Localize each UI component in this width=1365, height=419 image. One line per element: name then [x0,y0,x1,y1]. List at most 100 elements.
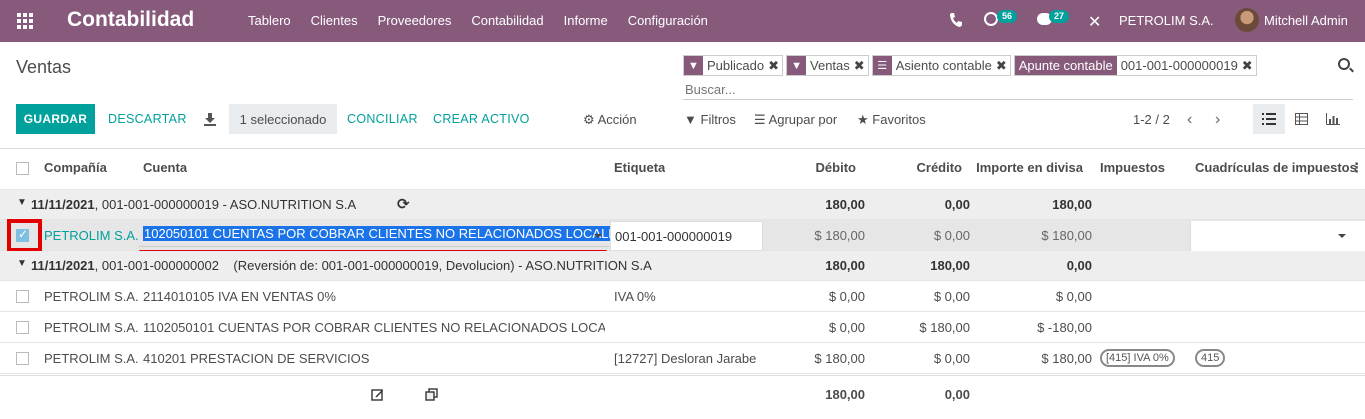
discard-button[interactable]: DESCARTAR [108,112,187,126]
facet-apunte-contable[interactable]: Apunte contable 001-001-000000019 ✖ [1013,55,1257,76]
row-currency-amount: $ 180,00 [1041,351,1092,366]
row-company: PETROLIM S.A. [44,289,139,304]
row-debit: $ 0,00 [828,320,865,335]
row-checkbox[interactable] [16,352,29,365]
table-row[interactable]: PETROLIM S.A. 1102050101 CUENTAS POR COB… [0,312,1365,343]
tax-tag: [415] IVA 0% [1100,349,1175,367]
menu-item-proveedores[interactable]: Proveedores [378,13,452,28]
row-credit[interactable]: $ 0,00 [880,228,970,243]
column-header-debit[interactable]: Débito [780,160,856,175]
column-header-credit[interactable]: Crédito [880,160,963,175]
activity-count-badge: 56 [997,10,1018,23]
row-tax-grids: 415 [1195,349,1226,367]
group-currency-total: 0,00 [1066,258,1092,273]
group-credit-total: 180,00 [930,258,970,273]
group-by-icon: ☰ [754,112,766,127]
group-debit-total: 180,00 [825,197,865,212]
action-menu[interactable]: ⚙ Acción [583,112,637,128]
facet-label: 001-001-000000019 [1120,58,1238,73]
create-asset-button[interactable]: CREAR ACTIVO [433,112,530,126]
chevron-down-icon [594,234,602,238]
group-by-menu[interactable]: ☰ Agrupar por [754,112,837,128]
row-taxes: [415] IVA 0% [1100,349,1175,367]
filters-menu[interactable]: ▼ Filtros [684,112,736,127]
remove-facet-icon[interactable]: ✖ [854,58,868,74]
column-header-taxes[interactable]: Impuestos [1100,160,1165,175]
menu-item-clientes[interactable]: Clientes [311,13,358,28]
company-switcher[interactable]: PETROLIM S.A. [1119,13,1214,28]
table-footer-totals: 180,00 0,00 [0,375,1365,412]
pager-previous-icon[interactable]: ‹ [1187,111,1192,129]
facet-asiento-contable[interactable]: ☰ Asiento contable ✖ [871,55,1011,76]
activity-clock-icon[interactable] [984,12,998,26]
reconcile-button[interactable]: CONCILIAR [347,112,418,126]
chevron-down-icon [1338,234,1346,238]
user-menu[interactable]: Mitchell Admin [1264,13,1348,28]
column-header-currency-amount[interactable]: Importe en divisa [970,160,1083,175]
pivot-view-icon[interactable] [1285,104,1317,134]
user-avatar[interactable] [1235,8,1259,32]
row-company[interactable]: PETROLIM S.A. [44,228,139,243]
download-icon[interactable] [203,112,217,126]
group-row[interactable]: ▼ 11/11/2021, 001-001-000000002 (Reversi… [0,251,1365,281]
reverse-entry-icon[interactable]: ⟳ [397,195,410,213]
pager-value[interactable]: 1-2 / 2 [1133,112,1170,127]
group-by-label: Agrupar por [768,112,838,127]
graph-view-icon[interactable] [1317,104,1349,134]
search-icon[interactable] [1338,58,1350,70]
apps-menu-icon[interactable] [17,13,33,29]
row-currency-amount: $ 0,00 [1055,289,1092,304]
row-checkbox[interactable] [16,290,29,303]
star-icon: ★ [857,112,869,127]
phone-icon[interactable] [949,12,963,28]
optional-columns-icon[interactable]: ⋮ [1350,160,1363,176]
row-checkbox[interactable] [16,321,29,334]
account-select[interactable]: 102050101 CUENTAS POR COBRAR CLIENTES NO… [139,223,627,247]
row-debit[interactable]: $ 180,00 [780,228,865,243]
remove-facet-icon[interactable]: ✖ [1242,58,1256,74]
tax-grids-select[interactable] [1190,221,1365,251]
table-row[interactable]: PETROLIM S.A. 2114010105 IVA EN VENTAS 0… [0,281,1365,312]
group-by-icon: ☰ [872,56,892,75]
row-currency-amount[interactable]: $ 180,00 [980,228,1092,243]
menu-item-informe[interactable]: Informe [564,13,608,28]
row-credit: $ 180,00 [919,320,970,335]
pager-next-icon[interactable]: › [1215,111,1220,129]
app-brand[interactable]: Contabilidad [67,8,194,32]
save-button[interactable]: GUARDAR [16,104,95,134]
remove-facet-icon[interactable]: ✖ [996,58,1010,74]
menu-item-tablero[interactable]: Tablero [248,13,291,28]
remove-facet-icon[interactable]: ✖ [768,58,782,74]
debug-tools-icon[interactable]: ✕ [1088,12,1101,32]
search-input[interactable] [683,79,1353,100]
table-row[interactable]: PETROLIM S.A. 410201 PRESTACION DE SERVI… [0,343,1365,374]
label-input[interactable]: 001-001-000000019 [610,221,763,251]
select-all-checkbox[interactable] [16,162,29,175]
facet-ventas[interactable]: ▼ Ventas ✖ [786,55,869,76]
group-row[interactable]: ▼ 11/11/2021, 001-001-000000019 - ASO.NU… [0,190,1365,401]
column-header-tax-grids[interactable]: Cuadrículas de impuestos [1195,160,1357,175]
facet-label: Publicado [707,58,765,73]
total-debit: 180,00 [825,387,865,402]
facet-publicado[interactable]: ▼ Publicado ✖ [683,55,784,76]
row-label: [12727] Desloran Jarabe [614,351,757,366]
column-header-label[interactable]: Etiqueta [614,160,665,175]
facet-label: Asiento contable [895,58,992,73]
group-expanded-caret-icon: ▼ [17,197,27,208]
row-account: 410201 PRESTACION DE SERVICIOS [143,351,370,366]
group-title: 11/11/2021, 001-001-000000019 - ASO.NUTR… [31,197,357,212]
facet-field-name: Apunte contable [1014,56,1117,75]
menu-item-contabilidad[interactable]: Contabilidad [471,13,543,28]
row-account: 1102050101 CUENTAS POR COBRAR CLIENTES N… [143,320,605,335]
column-header-company[interactable]: Compañía [44,160,107,175]
filters-label: Filtros [700,112,736,127]
row-debit: $ 0,00 [828,289,865,304]
search-facets: ▼ Publicado ✖ ▼ Ventas ✖ ☰ Asiento conta… [683,55,1260,76]
menu-item-configuracion[interactable]: Configuración [628,13,708,28]
list-view-icon[interactable] [1253,104,1285,134]
row-credit: $ 0,00 [933,351,970,366]
gear-icon: ⚙ [583,112,595,127]
column-header-account[interactable]: Cuenta [143,160,187,175]
favorites-menu[interactable]: ★ Favoritos [857,112,926,128]
main-menu: Tablero Clientes Proveedores Contabilida… [248,13,728,28]
